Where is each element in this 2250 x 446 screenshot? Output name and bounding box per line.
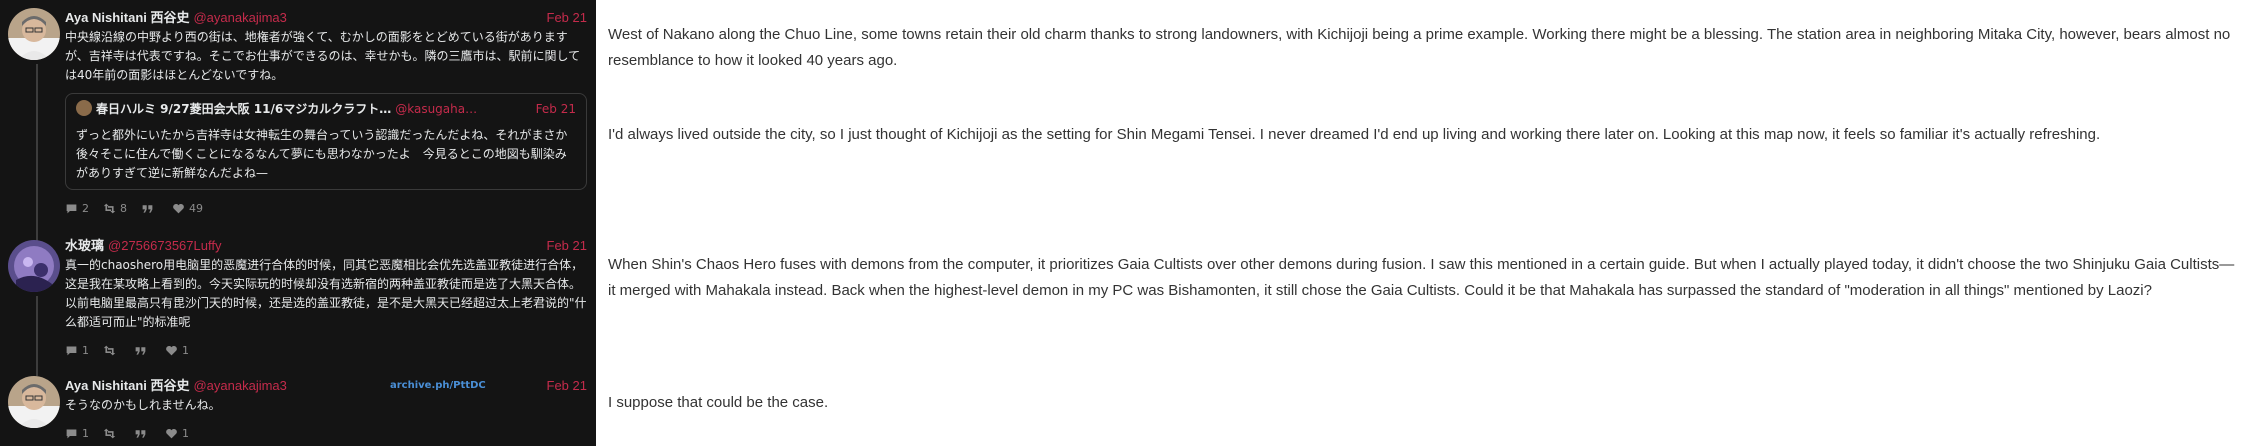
reply-count: 1 [82, 343, 89, 357]
author-name[interactable]: Aya Nishitani 西谷史 [65, 10, 189, 25]
reply-button[interactable]: 2 [65, 202, 89, 215]
translation-text: I'd always lived outside the city, so I … [608, 126, 2101, 143]
archive-link[interactable]: archive.ph/PttDC [390, 376, 486, 396]
thread-connector [36, 64, 38, 244]
quote-button[interactable] [134, 427, 151, 440]
translation-panel: West of Nakano along the Chuo Line, some… [596, 0, 2250, 446]
post-actions: 2 8 49 [65, 200, 587, 216]
translation-text: When Shin's Chaos Hero fuses with demons… [608, 256, 2235, 299]
repost-icon [103, 428, 116, 438]
avatar[interactable] [8, 240, 60, 292]
post-header: 水玻璃 @2756673567Luffy Feb 21 [65, 236, 587, 256]
quote-icon [142, 204, 153, 213]
post-header: Aya Nishitani 西谷史 @ayanakajima3 Feb 21 [65, 8, 587, 28]
thread-panel: Aya Nishitani 西谷史 @ayanakajima3 Feb 21 中央… [0, 0, 596, 446]
author-handle[interactable]: @ayanakajima3 [193, 378, 286, 393]
reply-button[interactable]: 1 [65, 427, 89, 440]
avatar[interactable] [8, 8, 60, 60]
reply-count: 1 [82, 426, 89, 440]
post-text: そうなのかもしれませんね。 [65, 398, 221, 412]
repost-button[interactable] [103, 427, 120, 440]
post-actions: 1 1 [65, 342, 587, 358]
post-content: 水玻璃 @2756673567Luffy Feb 21 真一的chaoshero用… [65, 236, 587, 358]
quote-text: ずっと都外にいたから吉祥寺は女神転生の舞台っていう認識だったんだよね、それがまさ… [76, 128, 568, 180]
like-count: 1 [182, 343, 189, 357]
quote-header: 春日ハルミ 9/27菱田会大阪 11/6マジカルクラフト… @kasugaha… … [76, 98, 576, 120]
avatar[interactable] [8, 376, 60, 428]
like-count: 49 [189, 201, 203, 215]
post-header: Aya Nishitani 西谷史 @ayanakajima3 archive.p… [65, 376, 587, 396]
like-icon [166, 428, 177, 438]
quote-date: Feb 21 [535, 102, 576, 116]
like-icon [173, 203, 184, 213]
quote-button[interactable] [141, 202, 158, 215]
thread-connector [36, 296, 38, 376]
like-button[interactable]: 1 [165, 427, 189, 440]
repost-count: 8 [120, 201, 127, 215]
reply-icon [66, 203, 77, 213]
post-date[interactable]: Feb 21 [547, 8, 587, 28]
like-button[interactable]: 1 [165, 344, 189, 357]
reply-button[interactable]: 1 [65, 344, 89, 357]
post-date[interactable]: Feb 21 [547, 236, 587, 256]
author-handle[interactable]: @ayanakajima3 [193, 10, 286, 25]
post-text: 中央線沿線の中野より西の街は、地権者が強くて、むかしの面影をとどめている街があり… [65, 30, 581, 82]
like-icon [166, 345, 177, 355]
post-content: Aya Nishitani 西谷史 @ayanakajima3 Feb 21 中央… [65, 8, 587, 216]
translation-text: West of Nakano along the Chuo Line, some… [608, 26, 2231, 69]
author-handle[interactable]: @2756673567Luffy [108, 238, 221, 253]
repost-icon [103, 203, 116, 213]
repost-button[interactable] [103, 344, 120, 357]
reply-icon [66, 345, 77, 355]
repost-button[interactable]: 8 [103, 202, 127, 215]
post-date[interactable]: Feb 21 [547, 376, 587, 396]
quote-author-handle: @kasugaha… [395, 102, 478, 116]
like-count: 1 [182, 426, 189, 440]
quote-icon [135, 429, 146, 438]
quoted-post[interactable]: 春日ハルミ 9/27菱田会大阪 11/6マジカルクラフト… @kasugaha… … [65, 93, 587, 190]
author-name[interactable]: 水玻璃 [65, 238, 104, 253]
post-content: Aya Nishitani 西谷史 @ayanakajima3 archive.p… [65, 376, 587, 441]
like-button[interactable]: 49 [172, 202, 203, 215]
reply-icon [66, 428, 77, 438]
quote-button[interactable] [134, 344, 151, 357]
post-text: 真一的chaoshero用电脑里的恶魔进行合体的时候，同其它恶魔相比会优先选盖亚… [65, 258, 587, 329]
quote-author-name: 春日ハルミ 9/27菱田会大阪 11/6マジカルクラフト… [96, 102, 392, 116]
repost-icon [103, 345, 116, 355]
quote-icon [135, 346, 146, 355]
author-name[interactable]: Aya Nishitani 西谷史 [65, 378, 189, 393]
quote-avatar [76, 100, 92, 116]
post-actions: 1 1 [65, 425, 587, 441]
translation-text: I suppose that could be the case. [608, 394, 829, 411]
reply-count: 2 [82, 201, 89, 215]
